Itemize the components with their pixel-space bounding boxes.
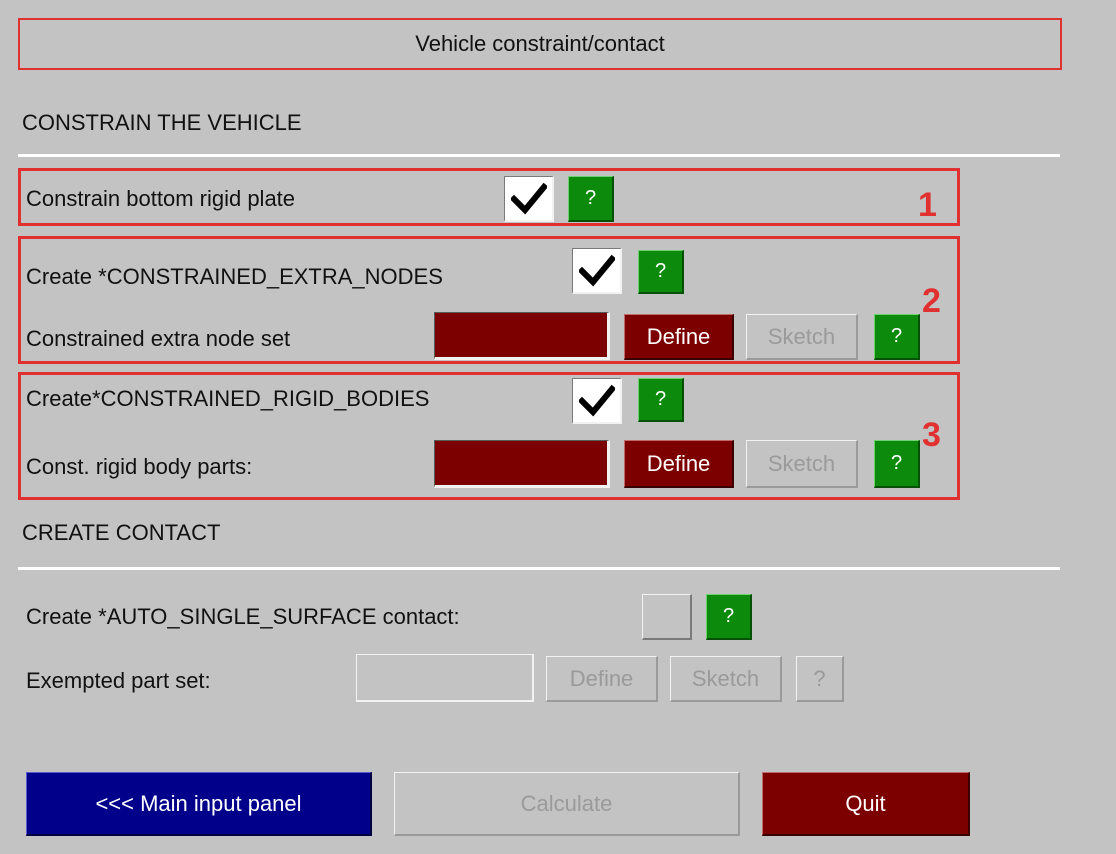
exempted-part-set-label: Exempted part set: (26, 668, 211, 693)
checkmark-icon (578, 254, 615, 286)
rigid-body-parts-define-button[interactable]: Define (624, 440, 734, 488)
create-extra-nodes-label: Create *CONSTRAINED_EXTRA_NODES (26, 264, 443, 289)
auto-single-surface-help-button[interactable]: ? (706, 594, 752, 640)
checkmark-icon (578, 384, 615, 416)
exempted-part-set-help-button[interactable]: ? (796, 656, 844, 702)
callout-number-1: 1 (918, 186, 937, 224)
extra-node-set-sketch-button[interactable]: Sketch (746, 314, 858, 360)
checkmark-icon (510, 182, 547, 214)
rigid-body-parts-field[interactable] (434, 440, 610, 488)
create-extra-nodes-checkbox[interactable] (572, 248, 622, 294)
exempted-part-set-define-button[interactable]: Define (546, 656, 658, 702)
constrain-bottom-plate-label: Constrain bottom rigid plate (26, 186, 296, 211)
main-input-panel-button[interactable]: <<< Main input panel (26, 772, 372, 836)
create-rigid-bodies-checkbox[interactable] (572, 378, 622, 424)
panel-title: Vehicle constraint/contact (18, 18, 1062, 70)
rigid-body-parts-sketch-button[interactable]: Sketch (746, 440, 858, 488)
calculate-button[interactable]: Calculate (394, 772, 740, 836)
constrain-bottom-help-button[interactable]: ? (568, 176, 614, 222)
section-divider (18, 567, 1060, 570)
extra-node-set-field[interactable] (434, 312, 610, 360)
create-rigid-bodies-help-button[interactable]: ? (638, 378, 684, 422)
callout-number-2: 2 (922, 282, 941, 320)
constrain-section-heading: CONSTRAIN THE VEHICLE (22, 110, 302, 135)
quit-button[interactable]: Quit (762, 772, 970, 836)
extra-node-set-define-button[interactable]: Define (624, 314, 734, 360)
exempted-part-set-sketch-button[interactable]: Sketch (670, 656, 782, 702)
constrain-bottom-plate-checkbox[interactable] (504, 176, 554, 222)
rigid-body-parts-label: Const. rigid body parts: (26, 454, 253, 479)
extra-node-set-help-button[interactable]: ? (874, 314, 920, 360)
rigid-body-parts-help-button[interactable]: ? (874, 440, 920, 488)
contact-section-heading: CREATE CONTACT (22, 520, 221, 545)
extra-node-set-label: Constrained extra node set (26, 326, 291, 351)
callout-number-3: 3 (922, 416, 941, 454)
exempted-part-set-field[interactable] (356, 654, 534, 702)
auto-single-surface-label: Create *AUTO_SINGLE_SURFACE contact: (26, 604, 460, 629)
section-divider (18, 154, 1060, 157)
panel-title-text: Vehicle constraint/contact (415, 31, 665, 56)
create-extra-nodes-help-button[interactable]: ? (638, 250, 684, 294)
create-rigid-bodies-label: Create*CONSTRAINED_RIGID_BODIES (26, 386, 430, 411)
auto-single-surface-checkbox[interactable] (642, 594, 692, 640)
